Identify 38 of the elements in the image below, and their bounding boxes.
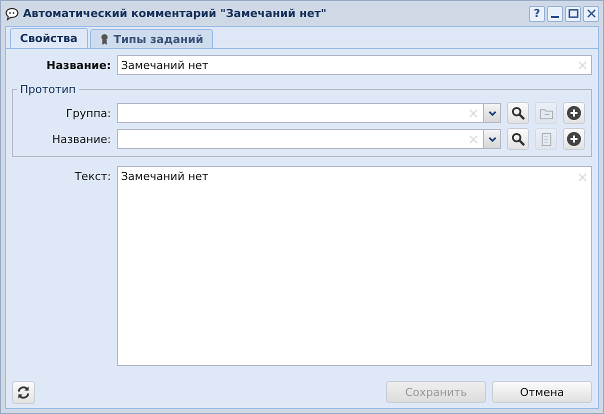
close-button[interactable] (583, 6, 599, 22)
comment-icon (5, 6, 19, 20)
search-icon (510, 106, 526, 120)
refresh-icon (16, 384, 31, 400)
minimize-icon (551, 16, 559, 18)
clear-icon (469, 135, 478, 144)
tab[interactable]: Типы заданий (90, 29, 214, 48)
ribbon-icon (100, 32, 109, 46)
name-field[interactable]: Замечаний нет (117, 55, 592, 75)
field-label: Название: (51, 132, 112, 146)
clear-icon (469, 109, 478, 118)
chevron-down-icon (488, 108, 496, 118)
tab[interactable]: Свойства (10, 28, 88, 48)
clear-icon (578, 173, 587, 182)
dropdown-button[interactable] (483, 130, 500, 148)
maximize-icon (568, 8, 578, 19)
text-area[interactable]: Замечаний нет (117, 166, 592, 366)
add-button[interactable] (563, 128, 585, 150)
search-button[interactable] (507, 128, 529, 150)
window-title: Автоматический комментарий "Замечаний нет" (23, 7, 327, 20)
add-button[interactable] (563, 102, 585, 124)
group-legend: Прототип (17, 83, 79, 96)
clear-icon (578, 61, 587, 70)
close-icon (586, 8, 596, 19)
search-icon (510, 132, 526, 146)
plus-icon (566, 131, 582, 147)
maximize-button[interactable] (565, 6, 581, 22)
field-label: Группа: (64, 106, 112, 120)
search-button[interactable] (507, 102, 529, 124)
cancel-button[interactable]: Отмена (492, 381, 592, 403)
refresh-button[interactable] (12, 380, 35, 404)
minimize-button[interactable] (547, 6, 563, 22)
field-label: Название: (45, 58, 112, 72)
plus-icon (566, 105, 582, 121)
chevron-down-icon (488, 134, 496, 144)
dropdown-button[interactable] (483, 104, 500, 122)
help-button[interactable]: ? (529, 6, 545, 22)
field-label: Текст: (74, 169, 112, 183)
